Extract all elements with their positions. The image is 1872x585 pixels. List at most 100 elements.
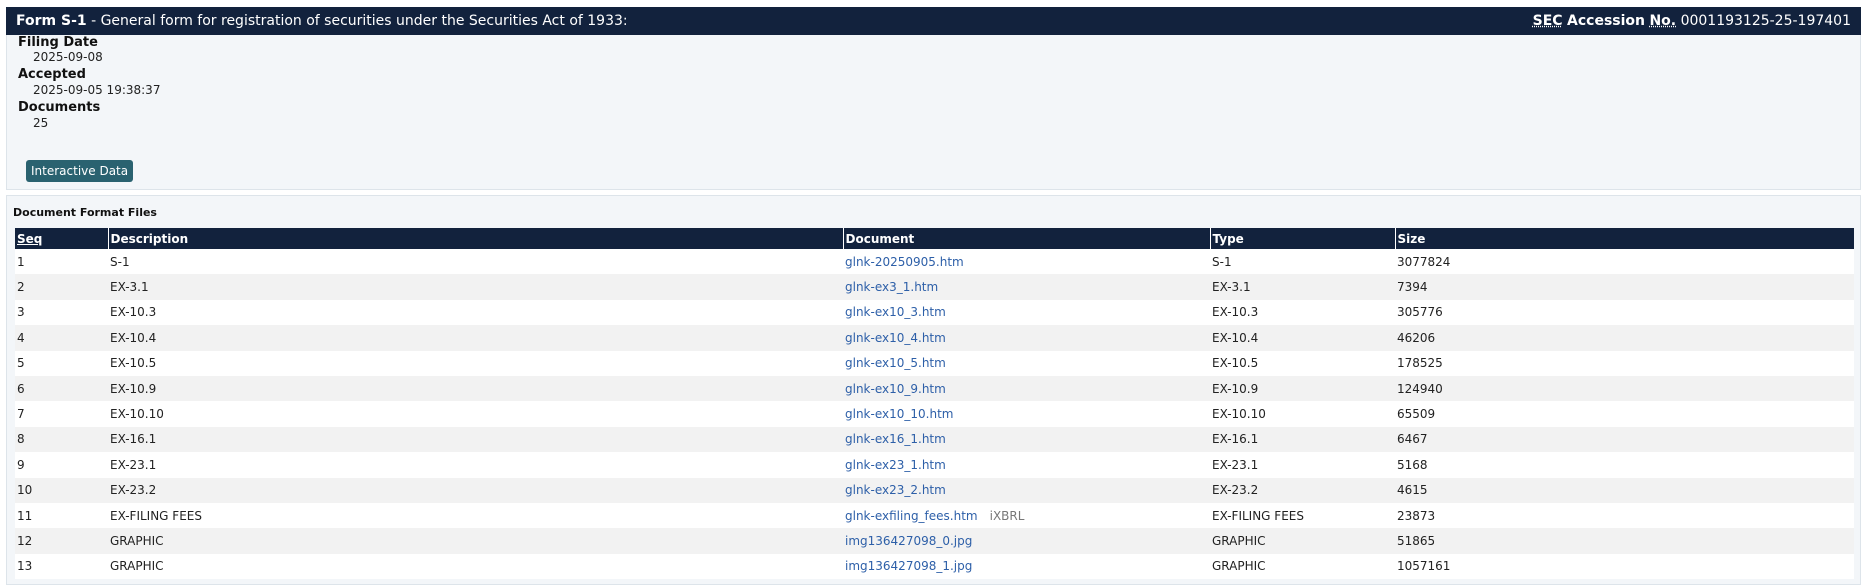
form-header-bar: Form S-1 - General form for registration…	[6, 7, 1861, 35]
documents-table: Seq Description Document Type Size 1 S-1 g…	[15, 228, 1854, 580]
size-cell: 5168	[1395, 452, 1854, 478]
document-link[interactable]: glnk-ex10_9.htm	[845, 382, 946, 396]
document-link[interactable]: glnk-ex3_1.htm	[845, 280, 938, 294]
table-row: 8 EX-16.1 glnk-ex16_1.htm EX-16.1 6467	[15, 426, 1854, 453]
size-column-header: Size	[1395, 228, 1854, 249]
type-cell: EX-3.1	[1210, 274, 1395, 300]
documents-label: Documents	[18, 100, 101, 115]
description-cell: EX-10.4	[108, 325, 843, 351]
files-section-title: Document Format Files	[13, 206, 157, 219]
seq-cell: 5	[15, 350, 108, 376]
filing-date-value: 2025-09-08	[33, 50, 103, 64]
size-cell: 46206	[1395, 325, 1854, 351]
table-row: 3 EX-10.3 glnk-ex10_3.htm EX-10.3 305776	[15, 299, 1854, 326]
seq-cell: 9	[15, 452, 108, 478]
size-cell: 1057161	[1395, 553, 1854, 580]
document-format-files-panel: Document Format Files Seq Description Do…	[6, 195, 1861, 585]
type-cell: EX-16.1	[1210, 426, 1395, 453]
type-cell: EX-23.2	[1210, 477, 1395, 503]
document-link[interactable]: glnk-exfiling_fees.htm	[845, 509, 978, 523]
seq-cell: 10	[15, 477, 108, 503]
document-link[interactable]: glnk-ex23_2.htm	[845, 483, 946, 497]
document-cell: glnk-ex23_2.htm	[843, 477, 1210, 503]
seq-cell: 7	[15, 401, 108, 427]
document-link[interactable]: glnk-20250905.htm	[845, 255, 964, 269]
size-cell: 124940	[1395, 375, 1854, 402]
table-row: 1 S-1 glnk-20250905.htm S-1 3077824	[15, 249, 1854, 275]
document-link[interactable]: img136427098_0.jpg	[845, 534, 972, 548]
form-description: - General form for registration of secur…	[86, 13, 628, 29]
accepted-value: 2025-09-05 19:38:37	[33, 83, 161, 97]
type-cell: EX-10.9	[1210, 375, 1395, 402]
seq-column-header[interactable]: Seq	[15, 228, 109, 249]
description-cell: GRAPHIC	[108, 528, 843, 554]
document-link[interactable]: glnk-ex23_1.htm	[845, 458, 946, 472]
type-cell: EX-23.1	[1210, 452, 1395, 478]
size-cell: 178525	[1395, 350, 1854, 376]
type-cell: GRAPHIC	[1210, 553, 1395, 580]
table-row: 7 EX-10.10 glnk-ex10_10.htm EX-10.10 65509	[15, 401, 1854, 427]
table-row: 10 EX-23.2 glnk-ex23_2.htm EX-23.2 4615	[15, 477, 1854, 503]
document-cell: glnk-ex3_1.htm	[843, 274, 1210, 300]
seq-cell: 11	[15, 502, 108, 529]
type-cell: EX-10.10	[1210, 401, 1395, 427]
document-link[interactable]: glnk-ex10_10.htm	[845, 407, 953, 421]
table-row: 13 GRAPHIC img136427098_1.jpg GRAPHIC 105716…	[15, 553, 1854, 580]
document-cell: glnk-ex10_5.htm	[843, 350, 1210, 376]
document-cell: glnk-ex10_4.htm	[843, 325, 1210, 351]
document-cell: glnk-20250905.htm	[843, 249, 1210, 275]
documents-table-body: 1 S-1 glnk-20250905.htm S-1 3077824 2 EX-3.1 gl…	[15, 249, 1854, 580]
seq-cell: 13	[15, 553, 108, 580]
description-cell: S-1	[108, 249, 843, 275]
type-column-header: Type	[1210, 228, 1396, 249]
description-column-header: Description	[108, 228, 844, 249]
description-cell: EX-23.1	[108, 452, 843, 478]
description-cell: EX-23.2	[108, 477, 843, 503]
type-cell: EX-10.4	[1210, 325, 1395, 351]
size-cell: 23873	[1395, 502, 1854, 529]
size-cell: 4615	[1395, 477, 1854, 503]
seq-cell: 3	[15, 299, 108, 326]
size-cell: 7394	[1395, 274, 1854, 300]
table-row: 11 EX-FILING FEES glnk-exfiling_fees.htm iX…	[15, 502, 1854, 529]
size-cell: 305776	[1395, 299, 1854, 326]
document-cell: glnk-exfiling_fees.htm iXBRL	[843, 502, 1210, 529]
type-cell: GRAPHIC	[1210, 528, 1395, 554]
accession-word: Accession	[1567, 13, 1645, 29]
sec-abbr: SEC	[1532, 13, 1563, 29]
size-cell: 51865	[1395, 528, 1854, 554]
document-link[interactable]: glnk-ex16_1.htm	[845, 432, 946, 446]
documents-count: 25	[33, 116, 49, 130]
description-cell: EX-10.9	[108, 375, 843, 402]
document-link[interactable]: img136427098_1.jpg	[845, 559, 972, 573]
seq-cell: 4	[15, 325, 108, 351]
table-row: 12 GRAPHIC img136427098_0.jpg GRAPHIC 51865	[15, 528, 1854, 554]
type-cell: S-1	[1210, 249, 1395, 275]
size-cell: 3077824	[1395, 249, 1854, 275]
type-cell: EX-FILING FEES	[1210, 502, 1395, 529]
seq-cell: 2	[15, 274, 108, 300]
description-cell: EX-3.1	[108, 274, 843, 300]
document-cell: glnk-ex10_10.htm	[843, 401, 1210, 427]
type-cell: EX-10.3	[1210, 299, 1395, 326]
interactive-data-button[interactable]: Interactive Data	[26, 160, 134, 182]
document-link[interactable]: glnk-ex10_4.htm	[845, 331, 946, 345]
seq-header-label: Seq	[17, 231, 43, 246]
seq-cell: 12	[15, 528, 108, 554]
document-link[interactable]: glnk-ex10_3.htm	[845, 305, 946, 319]
table-header-row: Seq Description Document Type Size	[15, 228, 1854, 249]
document-column-header: Document	[843, 228, 1211, 249]
description-cell: EX-10.3	[108, 299, 843, 326]
document-cell: glnk-ex10_9.htm	[843, 375, 1210, 402]
accession-number: SEC Accession No. 0001193125-25-197401	[1533, 13, 1851, 29]
form-title: Form S-1 - General form for registration…	[16, 13, 628, 29]
seq-cell: 6	[15, 375, 108, 402]
description-cell: EX-10.10	[108, 401, 843, 427]
description-cell: EX-16.1	[108, 426, 843, 453]
table-row: 6 EX-10.9 glnk-ex10_9.htm EX-10.9 124940	[15, 375, 1854, 402]
table-row: 2 EX-3.1 glnk-ex3_1.htm EX-3.1 7394	[15, 274, 1854, 300]
ixbrl-tag[interactable]: iXBRL	[990, 509, 1025, 523]
document-cell: img136427098_0.jpg	[843, 528, 1210, 554]
form-label: Form S-1	[16, 13, 87, 29]
document-link[interactable]: glnk-ex10_5.htm	[845, 356, 946, 370]
